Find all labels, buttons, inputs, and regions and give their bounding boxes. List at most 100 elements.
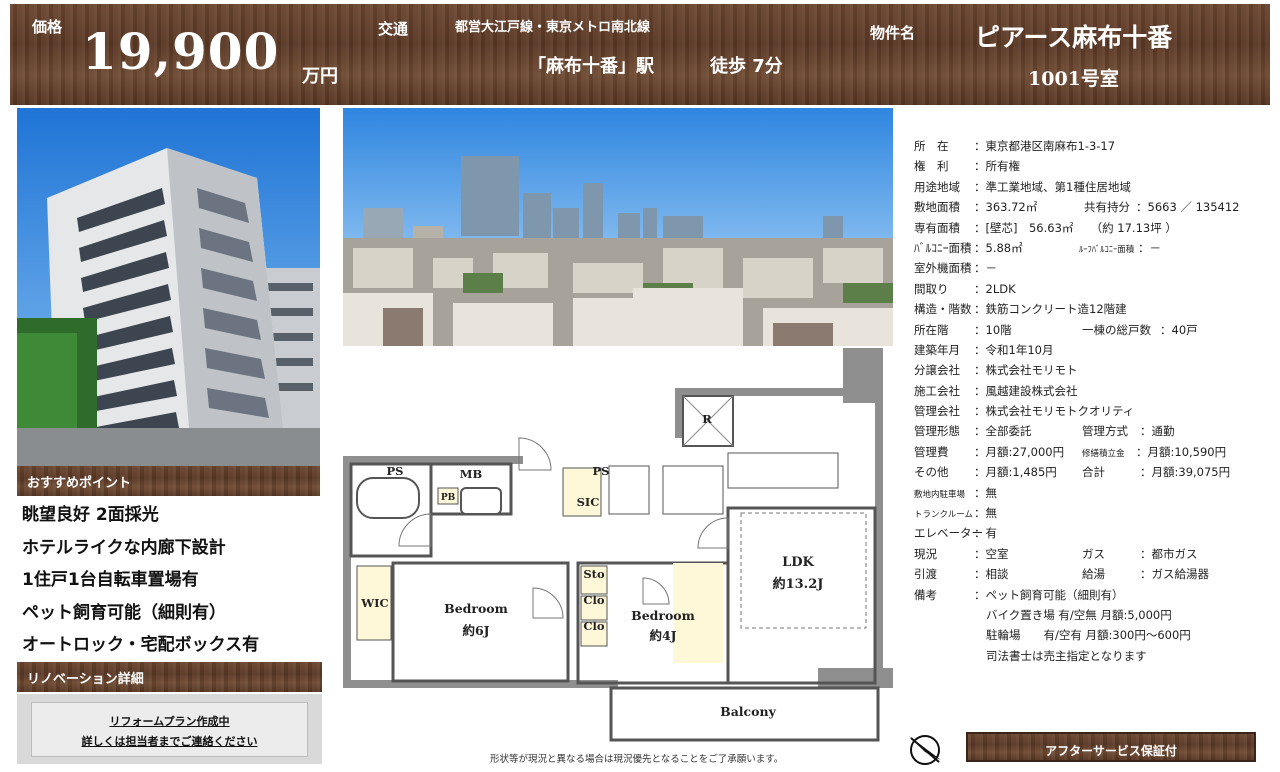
detail-row: 専有面積 ：[壁芯] 56.63㎡ （約 17.13坪 ） <box>914 220 1270 240</box>
detail-label: その他 <box>914 465 949 480</box>
clo-label-1: Clo <box>583 593 605 607</box>
building-photo <box>17 108 320 466</box>
detail-row: バイク置き場 有/空無 月額:5,000円 <box>914 607 1270 627</box>
room-number: 1001号室 <box>1028 68 1119 90</box>
detail-label: 施工会社 <box>914 383 960 398</box>
detail-row: エレベーター ：有 <box>914 525 1270 545</box>
detail-row: 管理費 ：月額:27,000円 修繕積立金 ：月額:10,590円 <box>914 444 1270 464</box>
detail-row: 所 在 ：東京都港区南麻布1-3-17 <box>914 138 1270 158</box>
detail-row: 構造・階数 ：鉄筋コンクリート造12階建 <box>914 301 1270 321</box>
price-value: 19,900 <box>82 22 280 81</box>
detail-row: 現況 ：空室 ガス ：都市ガス <box>914 546 1270 566</box>
detail-value: ：無 <box>974 485 997 500</box>
pb-label: PB <box>441 493 456 503</box>
detail-value: ：所有権 <box>974 159 1020 174</box>
detail-row: 施工会社 ：風越建設株式会社 <box>914 383 1270 403</box>
city-view-photo <box>343 108 893 346</box>
detail-label: 室外機面積 <box>914 261 972 276</box>
detail-value: ：ペット飼育可能（細則有） <box>974 587 1124 602</box>
detail-label: 敷地内駐車場 <box>914 489 966 500</box>
renovation-title: リノベーション詳細 <box>17 662 322 692</box>
detail-label: 所 在 <box>914 139 949 153</box>
detail-value: ：準工業地域、第1種住居地域 <box>974 179 1131 194</box>
recommend-item: オートロック・宅配ボックス有 <box>22 635 260 655</box>
detail-row: 司法書士は売主指定となります <box>914 648 1270 668</box>
detail-value: ：鉄筋コンクリート造12階建 <box>974 302 1127 317</box>
clo-label-2: Clo <box>583 619 605 633</box>
sic-label: SIC <box>577 495 600 509</box>
detail-label: 共有持分 <box>1084 200 1130 215</box>
detail-value: ：－ <box>1138 240 1161 255</box>
detail-row: 建築年月 ：令和1年10月 <box>914 342 1270 362</box>
ldk-label: LDK <box>782 555 814 570</box>
bedroom2-size: 約4J <box>649 628 676 643</box>
detail-label: 分譲会社 <box>914 363 960 378</box>
detail-row: ﾊﾞﾙｺﾆｰ面積 ：5.88㎡ ﾙｰﾌﾊﾞﾙｺﾆｰ面積 ：－ <box>914 240 1270 260</box>
mb-label: MB <box>460 467 483 481</box>
detail-value: ：月額:1,485円 <box>974 465 1057 480</box>
detail-row: 用途地域 ：準工業地域、第1種住居地域 <box>914 179 1270 199</box>
detail-label: 建築年月 <box>914 342 960 357</box>
recommend-item: 1住戸1台自転車置場有 <box>22 570 199 590</box>
wic-label: WIC <box>360 596 388 610</box>
detail-label: 間取り <box>914 281 949 296</box>
detail-value: ：10階 <box>974 322 1012 337</box>
detail-label: 権 利 <box>914 159 949 174</box>
after-service-badge: アフターサービス保証付 <box>966 732 1256 762</box>
price-label: 価格 <box>32 18 63 36</box>
detail-value: 駐輪場 有/空有 月額:300円～600円 <box>986 628 1191 643</box>
detail-value: ：空室 <box>974 546 1009 561</box>
detail-value: ：通勤 <box>1140 424 1175 439</box>
detail-row: 敷地面積 ：363.72㎡ 共有持分 ：5663 ／ 135412 <box>914 199 1270 219</box>
detail-value: ：月額:27,000円 <box>974 444 1065 459</box>
detail-row: トランクルーム ：無 <box>914 505 1270 525</box>
north-compass-icon <box>909 735 941 765</box>
detail-value: ：ガス給湯器 <box>1140 567 1209 582</box>
recommend-title: おすすめポイント <box>17 466 320 496</box>
detail-label: 修繕積立金 <box>1082 448 1125 459</box>
detail-value: ：5663 ／ 135412 <box>1136 200 1240 215</box>
walk-time: 徒歩 7分 <box>710 56 783 77</box>
property-details: 所 在 ：東京都港区南麻布1-3-17 権 利 ：所有権 用途地域 ：準工業地域、第1… <box>914 138 1270 668</box>
train-lines: 都営大江戸線・東京メトロ南北線 <box>455 20 651 35</box>
bedroom1-size: 約6J <box>462 623 489 638</box>
balcony-label: Balcony <box>720 704 776 719</box>
detail-label: 敷地面積 <box>914 200 960 215</box>
recommend-list: 眺望良好 2面採光 ホテルライクな内廊下設計 1住戸1台自転車置場有 ペット飼育… <box>22 500 259 663</box>
detail-value: ：月額:39,075円 <box>1140 465 1231 480</box>
detail-value: ：令和1年10月 <box>974 342 1054 357</box>
detail-label: 管理費 <box>914 444 949 459</box>
detail-value: ：風越建設株式会社 <box>974 383 1078 398</box>
detail-label: 一棟の総戸数 <box>1082 322 1151 337</box>
detail-label: ﾙｰﾌﾊﾞﾙｺﾆｰ面積 <box>1079 244 1135 255</box>
detail-row: 分譲会社 ：株式会社モリモト <box>914 362 1270 382</box>
ps-label-2: PS <box>593 464 610 478</box>
sto-label: Sto <box>583 567 605 581</box>
detail-label: ガス <box>1082 546 1105 561</box>
detail-value: ：都市ガス <box>1140 546 1198 561</box>
floor-plan: PS MB PS R SIC PB Sto Clo Clo WIC Bedroo… <box>343 348 893 742</box>
renovation-line2: 詳しくは担当者までご連絡ください <box>81 735 258 748</box>
price-unit: 万円 <box>302 66 338 87</box>
detail-value: ：無 <box>974 506 997 521</box>
detail-row: 権 利 ：所有権 <box>914 158 1270 178</box>
detail-value: ：2LDK <box>974 281 1016 296</box>
detail-label: 管理会社 <box>914 404 960 419</box>
detail-label: 管理形態 <box>914 424 960 439</box>
detail-label: 構造・階数 <box>914 302 972 317</box>
detail-value: ：月額:10,590円 <box>1136 444 1227 459</box>
renovation-box: リフォームプラン作成中 詳しくは担当者までご連絡ください <box>17 694 322 764</box>
detail-value: ：全部委託 <box>974 424 1032 439</box>
detail-row: その他 ：月額:1,485円 合計 ：月額:39,075円 <box>914 464 1270 484</box>
detail-value: ：相談 <box>974 567 1009 582</box>
r-label: R <box>702 412 712 426</box>
detail-value: ：[壁芯] 56.63㎡ （約 17.13坪 ） <box>974 220 1177 235</box>
detail-row: 間取り ：2LDK <box>914 281 1270 301</box>
recommend-item: 眺望良好 2面採光 <box>22 505 159 525</box>
detail-label: 給湯 <box>1082 567 1105 582</box>
detail-label: ﾊﾞﾙｺﾆｰ面積 <box>914 240 972 255</box>
detail-value: ：－ <box>974 261 997 276</box>
detail-value: ：363.72㎡ <box>974 200 1038 215</box>
detail-row: 管理会社 ：株式会社モリモトクオリティ <box>914 403 1270 423</box>
building-name: ピアース麻布十番 <box>975 23 1173 52</box>
